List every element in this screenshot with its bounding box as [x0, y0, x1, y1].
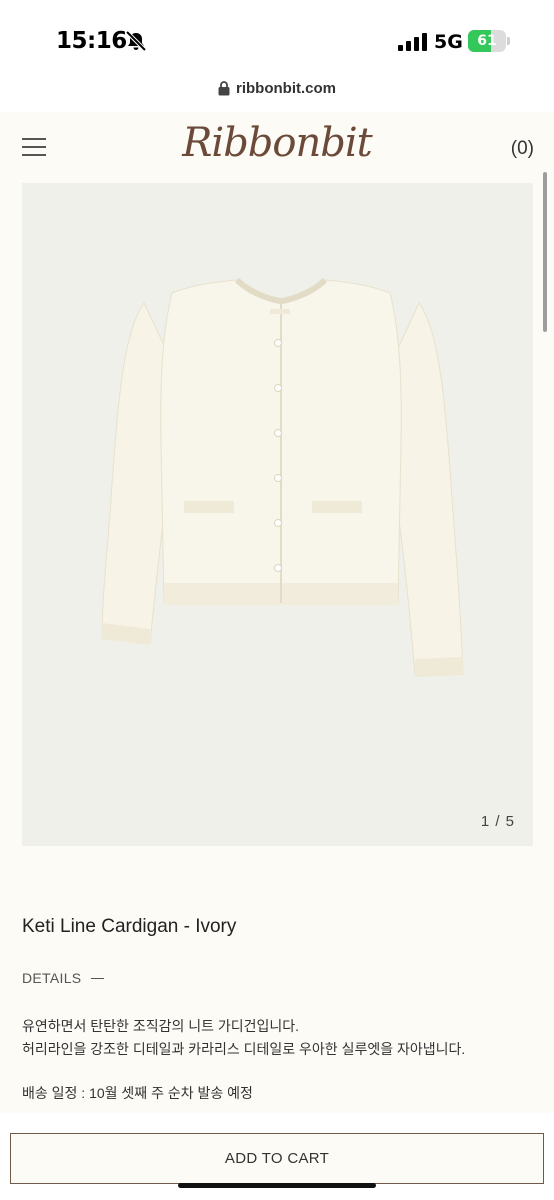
details-toggle[interactable]: DETAILS: [22, 970, 105, 986]
description-line: 유연하면서 탄탄한 조직감의 니트 가디건입니다.: [22, 1018, 300, 1034]
shipping-schedule: 배송 일정 : 10월 셋째 주 순차 발송 예정: [22, 1085, 253, 1101]
lock-icon: [218, 81, 230, 96]
network-type: 5G: [434, 31, 463, 53]
site-header: Ribbonbit (0): [0, 112, 554, 182]
brand-logo[interactable]: Ribbonbit: [0, 120, 554, 166]
cart-count[interactable]: (0): [511, 138, 534, 160]
status-bar: 15:16 5G 61: [0, 0, 554, 80]
page-scrollbar[interactable]: [543, 172, 547, 332]
description-line: 허리라인을 강조한 디테일과 카라리스 디테일로 우아한 실루엣을 자아냅니다.: [22, 1041, 466, 1057]
battery-level: 61: [477, 33, 497, 49]
cardigan-image: [101, 277, 464, 677]
collapse-dash-icon: [91, 977, 105, 979]
gallery-pager: 1 / 5: [480, 813, 515, 830]
browser-url-bar[interactable]: ribbonbit.com: [0, 80, 554, 112]
home-indicator[interactable]: [178, 1183, 376, 1188]
add-to-cart-button[interactable]: ADD TO CART: [10, 1133, 544, 1184]
product-image[interactable]: 1 / 5: [22, 183, 533, 846]
signal-icon: [398, 33, 427, 51]
battery-icon: 61: [468, 30, 510, 52]
product-name: Keti Line Cardigan - Ivory: [22, 916, 237, 937]
status-time: 15:16: [56, 28, 127, 54]
bell-slash-icon: [125, 30, 147, 52]
product-description: 유연하면서 탄탄한 조직감의 니트 가디건입니다. 허리라인을 강조한 디테일과…: [22, 1015, 465, 1061]
url-text: ribbonbit.com: [236, 80, 336, 97]
details-label: DETAILS: [22, 970, 82, 986]
